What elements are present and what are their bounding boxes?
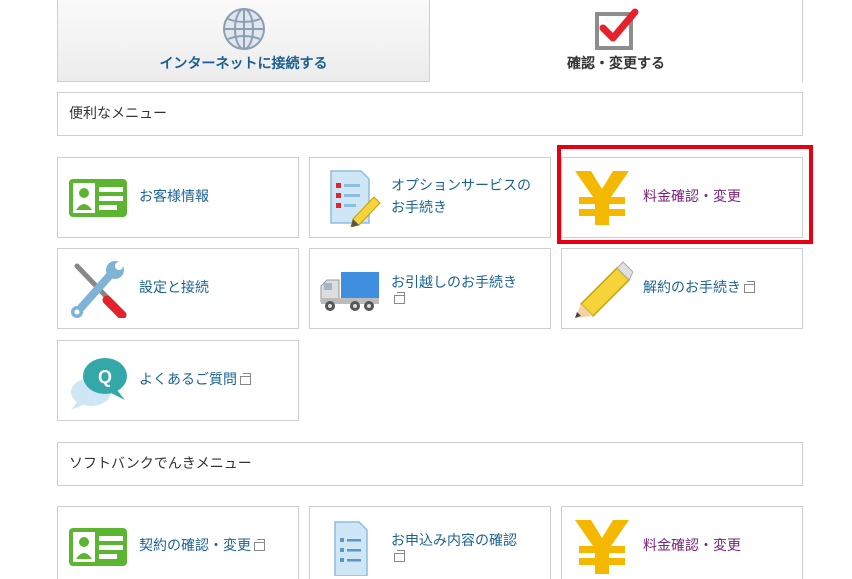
external-link-icon xyxy=(394,291,405,304)
denki-contract-check-label-wrap: 契約の確認・変更 xyxy=(139,507,292,579)
denki-application-check-label-wrap: お申込み内容の確認 xyxy=(391,507,544,579)
menu-billing-check-label: 料金確認・変更 xyxy=(643,188,741,205)
tab-internet-label: インターネットに接続する xyxy=(159,56,328,72)
faq-bubble-icon: Q xyxy=(71,358,127,410)
id-card-icon xyxy=(69,179,127,217)
menu-faq-label-wrap: よくあるご質問 xyxy=(139,341,292,420)
menu-option-service-label: オプションサービスの お手続き xyxy=(391,158,544,237)
menu-customer-info[interactable]: お客様情報 xyxy=(57,157,299,238)
menu-moving[interactable]: お引越しのお手続き xyxy=(309,248,551,329)
checkbox-icon xyxy=(595,8,639,50)
tab-internet-connect[interactable]: インターネットに接続する xyxy=(57,0,430,82)
yen-icon xyxy=(575,171,629,225)
section-header-useful-menu: 便利なメニュー xyxy=(57,92,803,136)
denki-billing-check-label: 料金確認・変更 xyxy=(643,537,741,554)
menu-faq-label: よくあるご質問 xyxy=(139,371,237,388)
svg-text:Q: Q xyxy=(98,367,112,387)
section-header-denki-menu: ソフトバンクでんきメニュー xyxy=(57,442,803,486)
denki-contract-check-label: 契約の確認・変更 xyxy=(139,537,251,554)
menu-moving-label-wrap: お引越しのお手続き xyxy=(391,249,544,328)
denki-application-check-label: お申込み内容の確認 xyxy=(391,533,517,550)
external-link-icon xyxy=(254,539,265,551)
external-link-icon xyxy=(240,373,251,385)
tab-bar: インターネットに接続する 確認・変更する xyxy=(57,0,803,82)
external-link-icon xyxy=(744,281,755,293)
globe-icon xyxy=(222,8,265,50)
menu-moving-label: お引越しのお手続き xyxy=(391,275,517,292)
menu-billing-check[interactable]: 料金確認・変更 xyxy=(561,157,803,238)
menu-cancellation-label: 解約のお手続き xyxy=(643,279,741,296)
id-card-icon xyxy=(69,528,127,566)
menu-cancellation[interactable]: 解約のお手続き xyxy=(561,248,803,329)
tools-icon xyxy=(71,261,127,318)
menu-settings-connection[interactable]: 設定と接続 xyxy=(57,248,299,329)
document-icon xyxy=(334,521,368,576)
menu-customer-info-label: お客様情報 xyxy=(139,188,209,205)
menu-settings-connection-label: 設定と接続 xyxy=(139,279,209,296)
denki-billing-check[interactable]: 料金確認・変更 xyxy=(561,506,803,579)
menu-cancellation-label-wrap: 解約のお手続き xyxy=(643,249,796,328)
denki-application-check[interactable]: お申込み内容の確認 xyxy=(309,506,551,579)
checklist-pencil-icon xyxy=(330,170,381,227)
moving-truck-icon xyxy=(320,272,379,311)
menu-faq[interactable]: Q よくあるご質問 xyxy=(57,340,299,421)
menu-option-service[interactable]: オプションサービスの お手続き xyxy=(309,157,551,238)
tab-confirm-change[interactable]: 確認・変更する xyxy=(430,0,803,82)
menu-option-service-label-line2: お手続き xyxy=(391,199,447,216)
external-link-icon xyxy=(394,549,405,562)
denki-contract-check[interactable]: 契約の確認・変更 xyxy=(57,506,299,579)
yen-icon xyxy=(575,520,629,574)
menu-option-service-label-line1: オプションサービスの xyxy=(391,177,531,194)
pencil-icon xyxy=(575,261,633,318)
tab-confirm-label: 確認・変更する xyxy=(567,56,665,72)
